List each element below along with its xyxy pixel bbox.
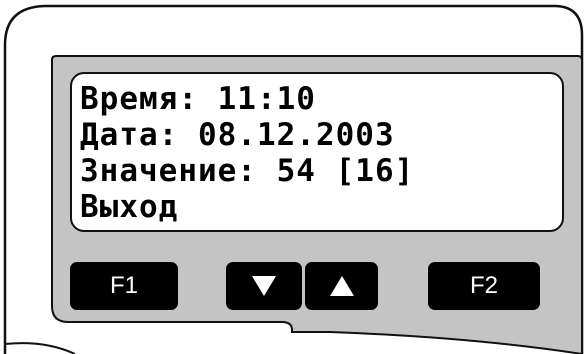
f2-label: F2 bbox=[469, 272, 498, 299]
lcd-screen: Время: 11:10 Дата: 08.12.2003 Значение: … bbox=[70, 72, 564, 232]
lcd-line-time: Время: 11:10 bbox=[80, 81, 316, 117]
triangle-down-icon bbox=[252, 276, 276, 296]
lcd-line-date: Дата: 08.12.2003 bbox=[80, 117, 395, 153]
up-button[interactable] bbox=[305, 262, 378, 310]
f1-label: F1 bbox=[109, 272, 138, 299]
lcd-line-value: Значение: 54 [16] bbox=[80, 153, 415, 189]
lcd-line-exit: Выход bbox=[80, 189, 179, 225]
triangle-up-icon bbox=[329, 276, 354, 296]
device-panel: Время: 11:10 Дата: 08.12.2003 Значение: … bbox=[0, 0, 585, 354]
f1-button[interactable]: F1 bbox=[70, 262, 178, 310]
down-button[interactable] bbox=[226, 262, 302, 310]
f2-button[interactable]: F2 bbox=[428, 262, 540, 310]
